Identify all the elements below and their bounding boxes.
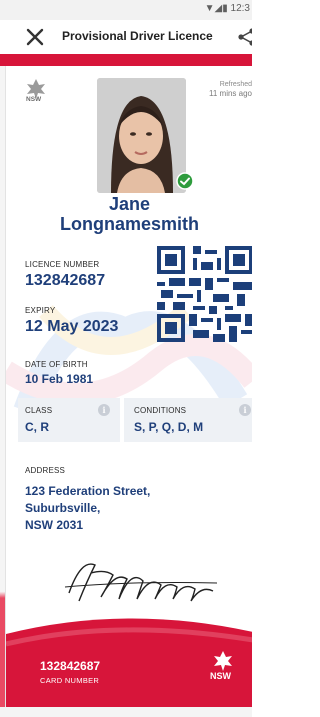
holder-last-name: Longnamesmith [59, 214, 199, 234]
portrait-image [97, 78, 186, 193]
signal-battery-icons: ▼◢▮ [204, 3, 228, 14]
holder-first-name: Jane [108, 194, 151, 214]
address-line-2: Suburbsville, [25, 501, 101, 515]
class-box: CLASS i C, R [18, 398, 120, 442]
conditions-box: CONDITIONS i S, P, Q, D, M [124, 398, 252, 442]
qr-code[interactable] [157, 246, 252, 342]
expiry-label: EXPIRY [25, 306, 56, 315]
share-icon[interactable] [238, 28, 252, 46]
class-value: C, R [25, 420, 49, 434]
address-label: ADDRESS [25, 466, 66, 475]
licence-screen: ▼◢▮ 12:3 Provisional Driver Licence NSW [0, 0, 252, 717]
conditions-label: CONDITIONS [134, 406, 187, 415]
refreshed-time: 11 mins ago [209, 89, 252, 99]
holder-signature [64, 563, 218, 602]
bottom-strip [0, 707, 252, 717]
class-info-icon[interactable]: i [98, 404, 110, 416]
app-header: Provisional Driver Licence [0, 20, 252, 54]
dob-label: DATE OF BIRTH [25, 360, 88, 369]
address-line-3: NSW 2031 [25, 518, 84, 532]
status-icons: ▼◢▮ 12:3 [205, 3, 250, 14]
close-icon[interactable] [24, 26, 46, 48]
brand-strip [0, 54, 252, 66]
status-time: 12:3 [230, 3, 250, 14]
conditions-value: S, P, Q, D, M [134, 420, 204, 434]
verified-check-icon [176, 172, 194, 190]
refreshed-label: Refreshed [219, 81, 252, 88]
page-title: Provisional Driver Licence [62, 29, 213, 43]
conditions-info-icon[interactable]: i [239, 404, 251, 416]
dob-value: 10 Feb 1981 [25, 372, 94, 386]
card-number-value: 132842687 [40, 659, 101, 673]
footer-logo-text: NSW [210, 671, 231, 681]
class-label: CLASS [25, 406, 53, 415]
expiry-value: 12 May 2023 [25, 318, 119, 335]
holder-photo [97, 78, 186, 193]
nsw-logo-text: NSW [26, 96, 42, 103]
licence-number-label: LICENCE NUMBER [25, 260, 100, 269]
status-bar: ▼◢▮ 12:3 [0, 0, 252, 20]
card-number-label: CARD NUMBER [40, 676, 100, 685]
licence-number-value: 132842687 [25, 272, 106, 289]
address-line-1: 123 Federation Street, [25, 484, 151, 498]
licence-card: NSW Refreshed 11 mins ago Jane Longnames… [5, 66, 252, 707]
refresh-status: Refreshed 11 mins ago [209, 81, 252, 98]
